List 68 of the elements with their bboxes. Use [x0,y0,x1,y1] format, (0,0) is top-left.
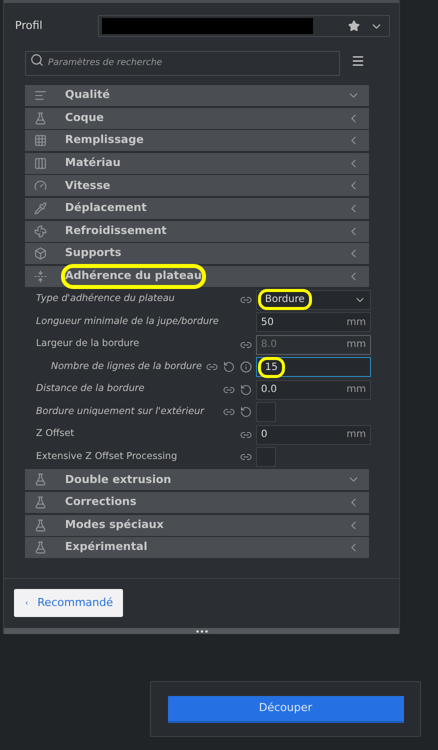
category-label: Vitesse [65,178,110,194]
info-icon[interactable] [240,361,252,374]
reset-icon[interactable] [240,384,252,396]
number-field[interactable]: 50 mm [256,312,371,332]
category-label: Corrections [65,494,136,510]
setting-label: Distance de la bordure [36,382,144,396]
grid-icon [34,134,47,148]
category-label: Qualité [65,87,110,104]
menu-icon[interactable] [351,54,365,68]
recommended-button[interactable]: Recommandé [14,589,123,617]
category-header[interactable]: Supports [25,243,369,264]
category-label: Expérimental [65,539,148,556]
profile-label: Profil [15,18,44,34]
unit-label: mm [346,383,366,398]
dots-icon [196,630,208,632]
category-label: Coque [65,110,104,126]
slice-button[interactable]: Découper [168,696,404,722]
setting-label: Z Offset [36,427,74,442]
flask-icon [34,518,47,532]
search-field[interactable]: Paramètres de recherche [25,50,340,76]
number-field[interactable]: 0 mm [256,424,371,445]
category-header[interactable]: Coque [25,108,369,129]
category-label: Double extrusion [65,472,172,488]
setting-label: Extensive Z Offset Processing [36,450,178,464]
category-label: Refroidissement [65,222,167,239]
fan-icon [34,224,47,238]
columns-icon [34,156,47,170]
unit-label: mm [346,338,366,352]
category-header[interactable]: Expérimental [25,537,369,558]
bars-icon [34,89,47,102]
category-header[interactable]: Remplissage [25,130,369,152]
number-field[interactable]: 0.0 mm [256,380,371,400]
category-header[interactable]: Matériau [25,152,369,174]
checkbox[interactable] [256,447,276,468]
flask-icon [34,112,47,125]
category-header[interactable]: Qualité [25,85,369,106]
category-header[interactable]: Refroidissement [25,220,369,242]
gauge-icon [34,179,47,192]
search-icon [30,53,44,67]
setting-label: Bordure uniquement sur l'extérieur [36,404,204,419]
unit-label: mm [346,428,366,442]
category-label: Modes spéciaux [65,516,164,533]
category-header[interactable]: Double extrusion [25,469,369,490]
category-header[interactable]: Adhérence du plateau [25,266,369,287]
category-header[interactable]: Corrections [25,492,369,513]
category-label: Supports [65,245,122,262]
checkbox[interactable] [256,402,276,422]
setting-label: Type d'adhérence du plateau [36,292,175,306]
category-header[interactable]: Modes spéciaux [25,514,369,536]
box-icon [34,247,47,260]
setting-label: Nombre de lignes de la bordure [51,360,202,374]
flask-icon [34,496,47,509]
setting-label: Largeur de la bordure [36,337,140,352]
reset-icon[interactable] [223,361,235,374]
dropdown[interactable]: Bordure [256,290,371,310]
category-header[interactable]: Vitesse [25,175,369,196]
arrows-icon [34,270,47,283]
flask-icon [34,473,47,486]
star-icon[interactable] [348,20,360,32]
category-label: Déplacement [65,200,147,216]
reset-icon[interactable] [240,406,252,418]
unit-label: mm [346,316,366,330]
category-label: Remplissage [65,132,144,148]
flask-icon [34,541,47,554]
setting-label: Longueur minimale de la jupe/bordure [36,314,219,329]
category-label: Matériau [65,155,121,172]
category-header[interactable]: Déplacement [25,198,369,219]
resize-handle[interactable] [4,628,399,634]
